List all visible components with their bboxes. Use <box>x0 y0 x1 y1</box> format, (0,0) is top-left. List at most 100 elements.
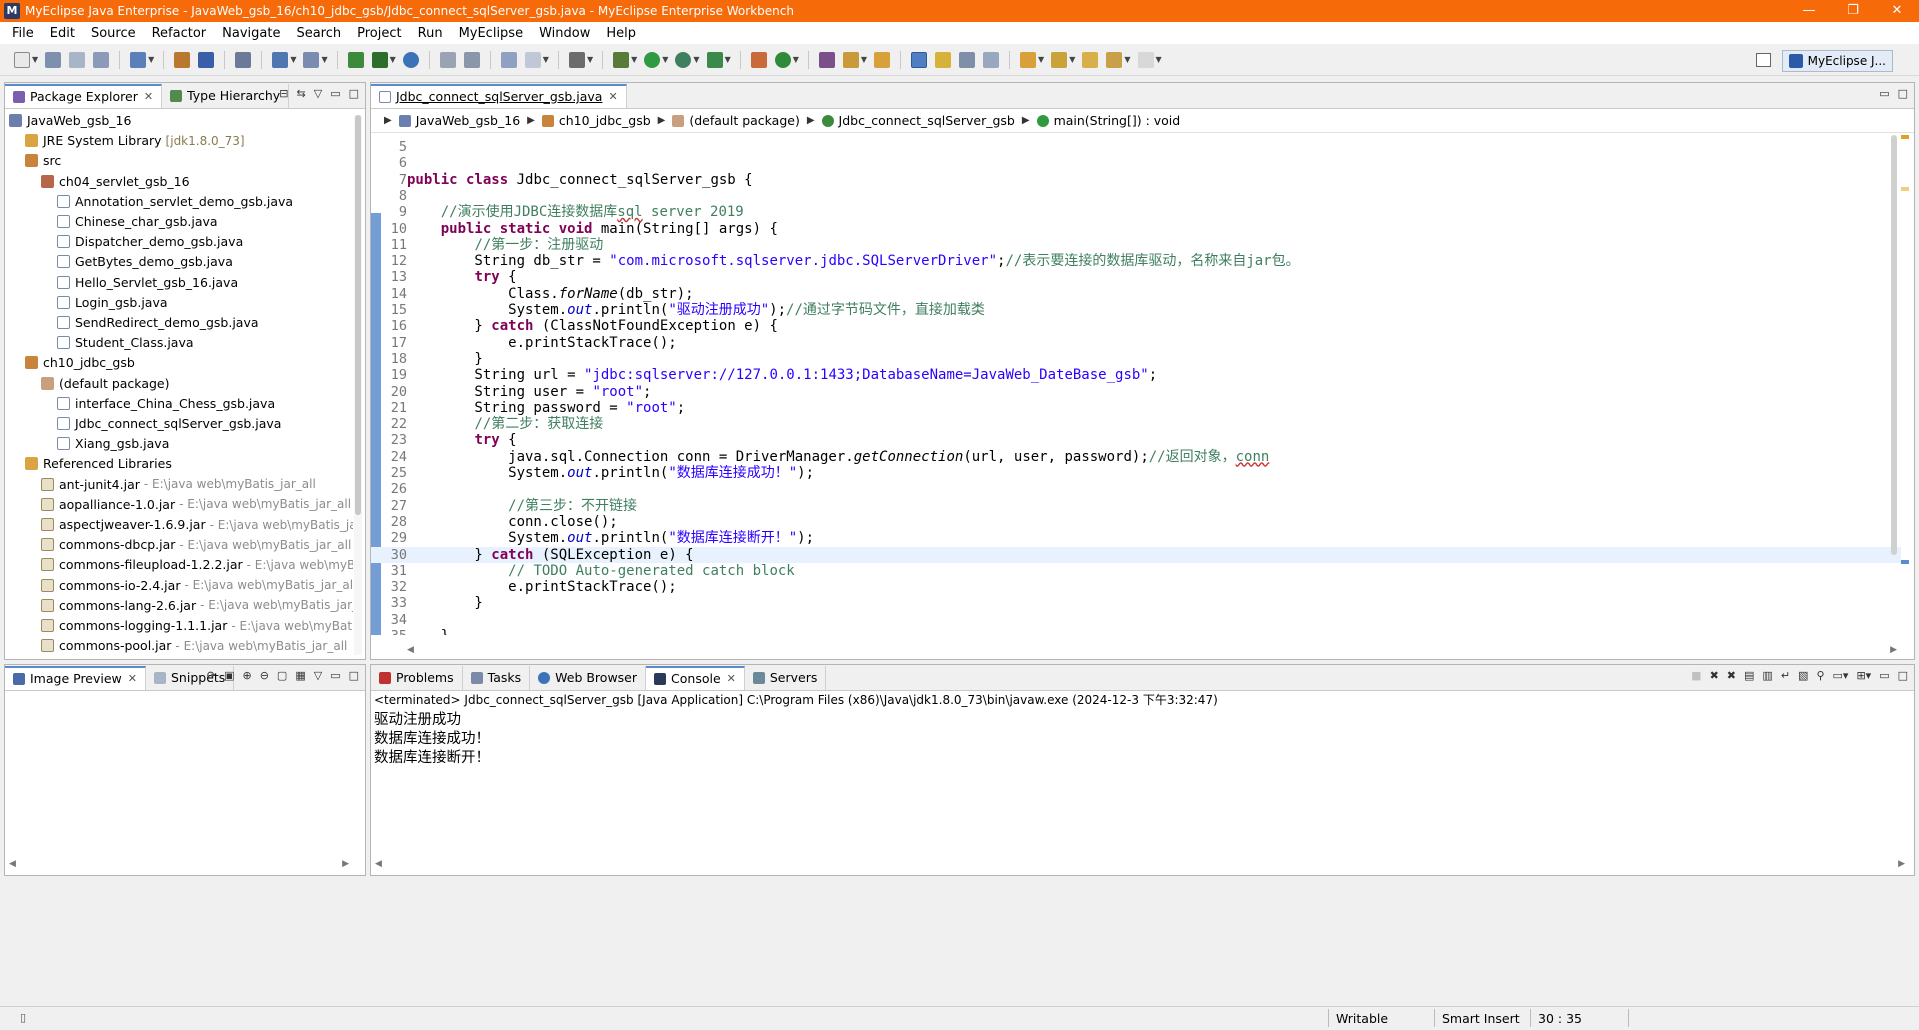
scrollbar-thumb[interactable] <box>1891 135 1897 555</box>
minimize-view-icon[interactable]: ▭ <box>1879 669 1889 682</box>
forward-icon[interactable] <box>1137 51 1154 68</box>
close-button[interactable]: ✕ <box>1875 0 1919 22</box>
link-with-editor-icon[interactable]: ⇆ <box>297 87 306 100</box>
browser-icon[interactable] <box>402 51 419 68</box>
code-line[interactable]: 25 System.out.println("数据库连接成功！"); <box>371 465 1901 481</box>
view-menu-icon[interactable]: ▽ <box>314 87 322 100</box>
coverage-icon[interactable] <box>675 51 692 68</box>
block-selection-icon[interactable] <box>959 51 976 68</box>
perspective-switcher[interactable]: MyEclipse J... <box>1781 50 1893 72</box>
code-line[interactable]: 6 <box>371 155 1901 171</box>
deploy-project-icon[interactable] <box>347 51 364 68</box>
open-type-icon[interactable] <box>174 51 191 68</box>
refresh-icon[interactable]: ⟳ <box>207 669 216 682</box>
code-line[interactable]: 34 <box>371 612 1901 628</box>
minimize-view-icon[interactable]: ▭ <box>330 87 340 100</box>
tree-item[interactable]: Annotation_servlet_demo_gsb.java <box>57 193 293 210</box>
code-line[interactable]: 12 String db_str = "com.microsoft.sqlser… <box>371 253 1901 269</box>
code-line[interactable]: 23 try { <box>371 432 1901 448</box>
breadcrumb-item[interactable]: (default package) <box>689 113 799 128</box>
tree-item[interactable]: Xiang_gsb.java <box>57 435 169 452</box>
fit-image-icon[interactable]: ▣ <box>224 669 234 682</box>
pin-console-icon[interactable]: ⚲ <box>1816 669 1824 682</box>
menu-project[interactable]: Project <box>349 26 409 41</box>
deploy-icon[interactable] <box>303 51 320 68</box>
show-on-stdout-icon[interactable]: ▧ <box>1798 669 1808 682</box>
code-line[interactable]: 21 String password = "root"; <box>371 400 1901 416</box>
clear-console-icon[interactable]: ▤ <box>1744 669 1754 682</box>
code-line[interactable]: 16 } catch (ClassNotFoundException e) { <box>371 318 1901 334</box>
code-line[interactable]: 9 //演示使用JDBC连接数据库sql server 2019 <box>371 204 1901 220</box>
server-status-icon[interactable] <box>524 51 541 68</box>
package-explorer-scrollbar[interactable] <box>354 115 362 655</box>
tree-item[interactable]: aopalliance-1.0.jar - E:\java web\myBatis… <box>41 496 351 513</box>
tree-item[interactable]: Hello_Servlet_gsb_16.java <box>57 274 238 291</box>
tab-problems[interactable]: Problems <box>371 665 463 690</box>
next-annotation-icon[interactable] <box>1020 51 1037 68</box>
tab-editor-file[interactable]: Jdbc_connect_sqlServer_gsb.java ✕ <box>371 83 627 108</box>
view-menu-icon[interactable]: ▽ <box>314 669 322 682</box>
new-wizard-icon[interactable] <box>130 51 147 68</box>
code-line[interactable]: 33 } <box>371 595 1901 611</box>
tree-item[interactable]: SendRedirect_demo_gsb.java <box>57 314 259 331</box>
maximize-view-icon[interactable]: □ <box>349 87 359 100</box>
occurrence-marker[interactable] <box>1901 187 1909 191</box>
tab-web-browser[interactable]: Web Browser <box>530 665 647 690</box>
back-icon[interactable] <box>1106 51 1123 68</box>
tree-item[interactable]: Chinese_char_gsb.java <box>57 213 218 230</box>
code-line[interactable]: 17 e.printStackTrace(); <box>371 335 1901 351</box>
run-icon[interactable] <box>644 51 661 68</box>
breadcrumb-item[interactable]: main(String[]) : void <box>1054 113 1181 128</box>
menu-edit[interactable]: Edit <box>42 26 83 41</box>
tree-item[interactable]: JRE System Library [jdk1.8.0_73] <box>25 132 245 149</box>
search-icon[interactable] <box>842 51 859 68</box>
tree-item[interactable]: GetBytes_demo_gsb.java <box>57 253 233 270</box>
external-tools-icon[interactable] <box>706 51 723 68</box>
code-line[interactable]: 27 //第三步：不开链接 <box>371 498 1901 514</box>
display-console-icon[interactable]: ▭▾ <box>1833 669 1849 682</box>
menu-refactor[interactable]: Refactor <box>144 26 215 41</box>
sync-icon[interactable] <box>439 51 456 68</box>
new-java-project-icon[interactable] <box>750 51 767 68</box>
menu-myeclipse[interactable]: MyEclipse <box>451 26 532 41</box>
breadcrumb-item[interactable]: ch10_jdbc_gsb <box>559 113 651 128</box>
tree-item[interactable]: commons-dbcp.jar - E:\java web\myBatis_ja… <box>41 536 351 553</box>
tree-item[interactable]: commons-pool.jar - E:\java web\myBatis_ja… <box>41 637 347 654</box>
scroll-lock-icon[interactable]: ▥ <box>1762 669 1772 682</box>
menu-file[interactable]: File <box>4 26 42 41</box>
debug-icon[interactable] <box>613 51 630 68</box>
console-hscrollbar[interactable]: ◀ ▶ <box>375 859 1905 869</box>
maximize-view-icon[interactable]: □ <box>349 669 359 682</box>
code-line[interactable]: 32 e.printStackTrace(); <box>371 579 1901 595</box>
zoom-out-icon[interactable]: ⊖ <box>260 669 269 682</box>
warning-marker[interactable] <box>1901 135 1909 139</box>
word-wrap-icon[interactable]: ↵ <box>1781 669 1790 682</box>
tab-package-explorer[interactable]: Package Explorer ✕ <box>5 83 163 108</box>
fast-view-icon[interactable]: ▯ <box>20 1011 26 1024</box>
code-line[interactable]: 13 try { <box>371 269 1901 285</box>
tab-type-hierarchy[interactable]: Type Hierarchy <box>162 83 290 108</box>
new-server-icon[interactable] <box>500 51 517 68</box>
code-line[interactable]: 24 java.sql.Connection conn = DriverMana… <box>371 449 1901 465</box>
print-icon[interactable] <box>93 51 110 68</box>
maximize-view-icon[interactable]: □ <box>1898 87 1908 100</box>
tree-item[interactable]: aspectjweaver-1.6.9.jar - E:\java web\myB… <box>41 516 353 533</box>
breadcrumb-item[interactable]: Jdbc_connect_sqlServer_gsb <box>839 113 1015 128</box>
close-icon[interactable]: ✕ <box>144 90 153 103</box>
editor-vscrollbar[interactable] <box>1890 135 1898 635</box>
menu-source[interactable]: Source <box>83 26 144 41</box>
code-line[interactable]: 7 public class Jdbc_connect_sqlServer_gsb… <box>371 172 1901 188</box>
code-line[interactable]: 22 //第二步：获取连接 <box>371 416 1901 432</box>
code-line[interactable]: 31 // TODO Auto-generated catch block <box>371 563 1901 579</box>
breadcrumb-item[interactable]: JavaWeb_gsb_16 <box>416 113 520 128</box>
remove-launch-icon[interactable]: ✖ <box>1710 669 1719 682</box>
maximize-button[interactable]: ❐ <box>1831 0 1875 22</box>
open-folder-icon[interactable] <box>874 51 891 68</box>
open-console-icon[interactable]: ⊞▾ <box>1856 669 1871 682</box>
tab-tasks[interactable]: Tasks <box>463 665 531 690</box>
terminal-icon[interactable] <box>568 51 585 68</box>
tree-item[interactable]: Dispatcher_demo_gsb.java <box>57 233 243 250</box>
menu-help[interactable]: Help <box>598 26 644 41</box>
menu-window[interactable]: Window <box>531 26 598 41</box>
tab-servers[interactable]: Servers <box>745 665 827 690</box>
